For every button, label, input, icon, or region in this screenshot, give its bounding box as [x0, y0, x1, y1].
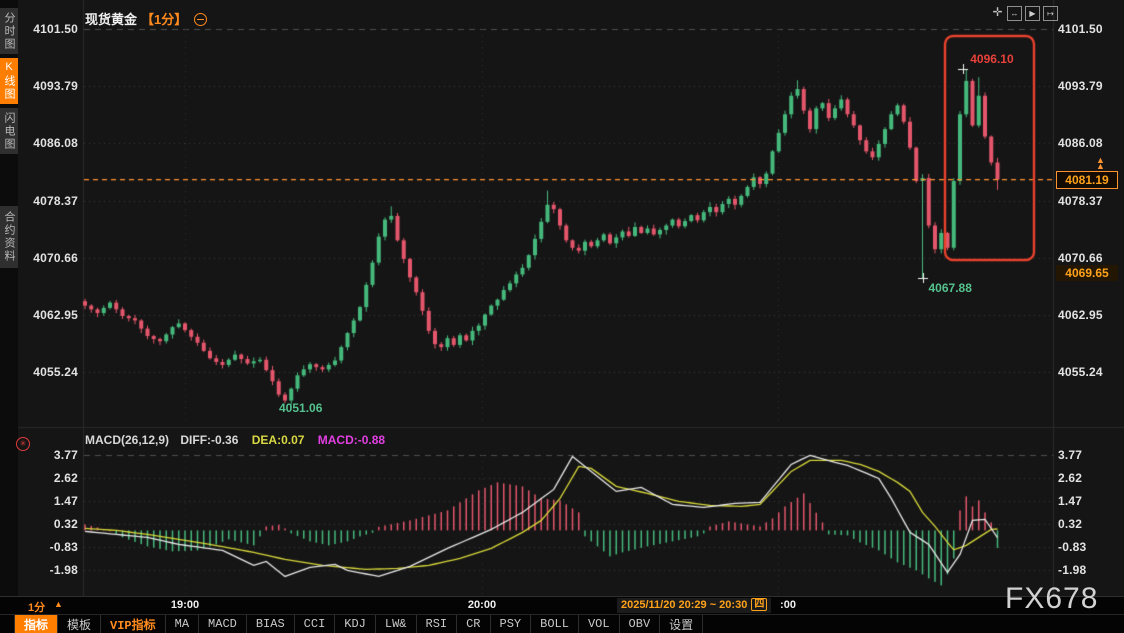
macd-tick-left: -1.98: [14, 563, 78, 577]
period-dropdown-icon[interactable]: ▲: [54, 599, 63, 609]
time-tick-label: 19:00: [171, 599, 199, 611]
macd-tick-left: 2.62: [14, 471, 78, 485]
macd-tick-right: -1.98: [1058, 563, 1086, 577]
toolbar-item-15[interactable]: OBV: [620, 615, 661, 633]
sidebar-tab-2[interactable]: K线图: [0, 58, 18, 104]
price-tick-left: 4101.50: [14, 22, 78, 36]
toolbar-item-3[interactable]: VIP指标: [101, 615, 166, 633]
period-tag: 【1分】: [141, 12, 187, 27]
price-tick-left: 4055.24: [14, 365, 78, 379]
toolbar-item-2[interactable]: 模板: [58, 615, 101, 633]
toolbar-item-4[interactable]: MA: [166, 615, 199, 633]
macd-tick-right: 0.32: [1058, 517, 1082, 531]
crosshair-time-readout: 2025/11/20 20:29 ~ 20:30四: [617, 598, 771, 613]
macd-tick-left: 0.32: [14, 517, 78, 531]
price-tick-left: 4070.66: [14, 251, 78, 265]
price-tick-right: 4078.37: [1058, 194, 1103, 208]
last-price-badge: 4081.19: [1056, 171, 1118, 189]
macd-tick-left: -0.83: [14, 540, 78, 554]
toolbar-item-10[interactable]: RSI: [417, 615, 458, 633]
sidebar-tab-1[interactable]: 分时图: [0, 8, 18, 54]
price-tick-left: 4093.79: [14, 79, 78, 93]
watermark: FX678: [1005, 582, 1098, 616]
price-tick-left: 4078.37: [14, 194, 78, 208]
sidebar-tab-4[interactable]: 合约资料: [0, 206, 18, 268]
price-tick-right: 4093.79: [1058, 79, 1103, 93]
crosshair-move-icon[interactable]: ✛: [991, 6, 1004, 19]
marked-low-label: 4067.88: [929, 281, 972, 295]
sidebar-tab-3[interactable]: 闪电图: [0, 108, 18, 154]
chart-type-sidebar: 分时图 K线图闪电图合约资料: [0, 0, 18, 596]
price-marker-icon[interactable]: ▲▲: [1096, 157, 1105, 169]
toolbar-item-6[interactable]: BIAS: [247, 615, 295, 633]
toolbar-item-12[interactable]: PSY: [491, 615, 532, 633]
toolbar-item-16[interactable]: 设置: [660, 615, 703, 633]
time-tick-label: 20:00: [468, 599, 496, 611]
toolbar-item-11[interactable]: CR: [457, 615, 490, 633]
price-tick-right: 4101.50: [1058, 22, 1103, 36]
macd-header: MACD(26,12,9) DIFF:-0.36 DEA:0.07 MACD:-…: [85, 433, 385, 447]
toolbar-item-13[interactable]: BOLL: [531, 615, 579, 633]
macd-name: MACD(26,12,9): [85, 433, 169, 447]
toolbar-item-7[interactable]: CCI: [295, 615, 336, 633]
macd-dea-value: DEA:0.07: [252, 433, 305, 447]
chart-title: 现货黄金【1分】: [85, 9, 207, 28]
trading-app-window: 分时图 K线图闪电图合约资料 现货黄金【1分】 ✛↔▶↦ 4101.50 4093.…: [0, 0, 1124, 633]
price-tick-right: 4055.24: [1058, 365, 1103, 379]
toolbar-item-14[interactable]: VOL: [579, 615, 620, 633]
macd-tick-right: 2.62: [1058, 471, 1082, 485]
price-tick-right: 4062.95: [1058, 308, 1103, 322]
price-tick-left: 4062.95: [14, 308, 78, 322]
period-label: 1分: [28, 599, 45, 615]
fit-width-icon[interactable]: ↔: [1007, 6, 1022, 21]
chart-tool-icons: ✛↔▶↦: [991, 6, 1058, 21]
collapse-indicator-icon[interactable]: [194, 13, 207, 26]
toolbar-item-9[interactable]: LW&: [376, 615, 417, 633]
macd-tick-left: 1.47: [14, 494, 78, 508]
chart-canvas[interactable]: [0, 0, 1124, 596]
prev-close-badge: 4069.65: [1056, 265, 1118, 281]
price-tick-right: 4070.66: [1058, 251, 1103, 265]
time-axis: 1分 ▲ 19:00 20:00 :00 2025/11/20 20:29 ~ 20…: [0, 596, 1124, 615]
swing-low-label: 4051.06: [279, 401, 322, 415]
toolbar-item-8[interactable]: KDJ: [335, 615, 376, 633]
macd-diff-value: DIFF:-0.36: [180, 433, 238, 447]
macd-tick-right: 3.77: [1058, 448, 1082, 462]
toolbar-item-1[interactable]: 指标: [14, 615, 58, 633]
macd-tick-right: -0.83: [1058, 540, 1086, 554]
price-tick-left: 4086.08: [14, 136, 78, 150]
weekday-badge: 四: [751, 598, 767, 611]
indicator-settings-icon[interactable]: ✳: [16, 437, 30, 451]
macd-macd-value: MACD:-0.88: [318, 433, 385, 447]
indicator-toolbar: 指标模板VIP指标MAMACDBIASCCIKDJLW&RSICRPSYBOLL…: [0, 614, 1124, 633]
time-tick-label: :00: [780, 599, 796, 611]
symbol-name: 现货黄金: [85, 12, 137, 27]
marked-high-label: 4096.10: [970, 52, 1013, 66]
toolbar-item-5[interactable]: MACD: [199, 615, 247, 633]
scroll-right-icon[interactable]: ▶: [1025, 6, 1040, 21]
shift-right-icon[interactable]: ↦: [1043, 6, 1058, 21]
macd-tick-right: 1.47: [1058, 494, 1082, 508]
price-tick-right: 4086.08: [1058, 136, 1103, 150]
